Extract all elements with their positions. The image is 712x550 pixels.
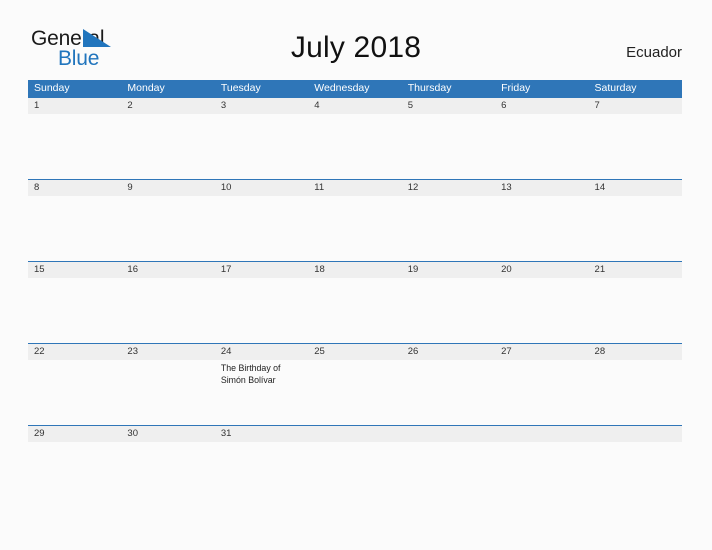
- weekday-header-thursday: Thursday: [407, 82, 452, 94]
- day-event: [589, 196, 682, 261]
- calendar-week-row: 1 2 3 4 5 6 7: [28, 97, 682, 179]
- day-event: [308, 114, 401, 179]
- day-event: [402, 360, 495, 425]
- calendar-grid: Sunday Monday Tuesday Wednesday Thursday…: [28, 80, 682, 464]
- day-event: [215, 278, 308, 343]
- day-number[interactable]: 22: [28, 344, 121, 360]
- day-event: [308, 278, 401, 343]
- day-number[interactable]: 9: [121, 180, 214, 196]
- weekday-header-friday: Friday: [501, 82, 531, 94]
- day-number[interactable]: 21: [589, 262, 682, 278]
- day-number[interactable]: 19: [402, 262, 495, 278]
- day-number-strip: 8 9 10 11 12 13 14: [28, 180, 682, 196]
- day-event: [215, 196, 308, 261]
- day-event: [215, 114, 308, 179]
- day-number[interactable]: 11: [308, 180, 401, 196]
- day-event: [402, 196, 495, 261]
- page-title: July 2018: [290, 31, 422, 64]
- day-number[interactable]: 10: [215, 180, 308, 196]
- day-event: [28, 196, 121, 261]
- day-number: [402, 426, 495, 442]
- day-event: [121, 442, 214, 464]
- day-event: [121, 196, 214, 261]
- day-event: [215, 442, 308, 464]
- day-number[interactable]: 4: [308, 98, 401, 114]
- day-event: [402, 442, 495, 464]
- day-event: [589, 278, 682, 343]
- day-event: [589, 442, 682, 464]
- day-event: [308, 442, 401, 464]
- day-number[interactable]: 27: [495, 344, 588, 360]
- day-event-strip: [28, 442, 682, 464]
- day-number[interactable]: 3: [215, 98, 308, 114]
- day-number[interactable]: 6: [495, 98, 588, 114]
- weekday-header-wednesday: Wednesday: [314, 82, 370, 94]
- day-event: [121, 278, 214, 343]
- day-number[interactable]: 28: [589, 344, 682, 360]
- weekday-header-monday: Monday: [127, 82, 165, 94]
- calendar-week-row: 15 16 17 18 19 20 21: [28, 261, 682, 343]
- day-number[interactable]: 26: [402, 344, 495, 360]
- calendar-week-row: 29 30 31: [28, 425, 682, 464]
- weekday-header-row: Sunday Monday Tuesday Wednesday Thursday…: [28, 80, 682, 97]
- day-event: [28, 114, 121, 179]
- country-label: Ecuador: [626, 44, 682, 61]
- day-number[interactable]: 15: [28, 262, 121, 278]
- day-number[interactable]: 25: [308, 344, 401, 360]
- day-event: [495, 278, 588, 343]
- calendar-week-row: 22 23 24 25 26 27 28 The Birthday of Sim…: [28, 343, 682, 425]
- day-number[interactable]: 1: [28, 98, 121, 114]
- day-number-strip: 29 30 31: [28, 426, 682, 442]
- day-number: [589, 426, 682, 442]
- day-event: [589, 360, 682, 425]
- day-event-strip: [28, 196, 682, 261]
- day-event: [402, 114, 495, 179]
- day-event: [495, 442, 588, 464]
- day-number[interactable]: 2: [121, 98, 214, 114]
- day-number-strip: 15 16 17 18 19 20 21: [28, 262, 682, 278]
- day-event: [495, 196, 588, 261]
- day-event: [121, 360, 214, 425]
- day-number[interactable]: 8: [28, 180, 121, 196]
- day-number[interactable]: 14: [589, 180, 682, 196]
- day-number: [495, 426, 588, 442]
- day-number[interactable]: 17: [215, 262, 308, 278]
- day-number[interactable]: 24: [215, 344, 308, 360]
- day-event-strip: The Birthday of Simón Bolívar: [28, 360, 682, 425]
- day-event: [121, 114, 214, 179]
- day-number[interactable]: 18: [308, 262, 401, 278]
- weekday-header-saturday: Saturday: [594, 82, 637, 94]
- page-header: General Blue July 2018 Ecuador: [0, 0, 712, 70]
- day-event: [308, 196, 401, 261]
- day-event: [28, 360, 121, 425]
- day-event-strip: [28, 278, 682, 343]
- day-event: [495, 114, 588, 179]
- day-event: [308, 360, 401, 425]
- day-event: [589, 114, 682, 179]
- day-number[interactable]: 20: [495, 262, 588, 278]
- day-number[interactable]: 23: [121, 344, 214, 360]
- weekday-header-tuesday: Tuesday: [220, 82, 261, 94]
- day-event: [402, 278, 495, 343]
- day-event: [495, 360, 588, 425]
- day-number: [308, 426, 401, 442]
- day-number-strip: 22 23 24 25 26 27 28: [28, 344, 682, 360]
- day-number[interactable]: 29: [28, 426, 121, 442]
- day-number[interactable]: 12: [402, 180, 495, 196]
- calendar-week-row: 8 9 10 11 12 13 14: [28, 179, 682, 261]
- day-number[interactable]: 5: [402, 98, 495, 114]
- weekday-header-sunday: Sunday: [34, 82, 70, 94]
- day-event-holiday: The Birthday of Simón Bolívar: [220, 363, 281, 385]
- day-event: [28, 278, 121, 343]
- day-number[interactable]: 13: [495, 180, 588, 196]
- day-event-strip: [28, 114, 682, 179]
- day-number[interactable]: 30: [121, 426, 214, 442]
- day-number-strip: 1 2 3 4 5 6 7: [28, 98, 682, 114]
- day-number[interactable]: 7: [589, 98, 682, 114]
- day-number[interactable]: 16: [121, 262, 214, 278]
- day-number[interactable]: 31: [215, 426, 308, 442]
- day-event: [28, 442, 121, 464]
